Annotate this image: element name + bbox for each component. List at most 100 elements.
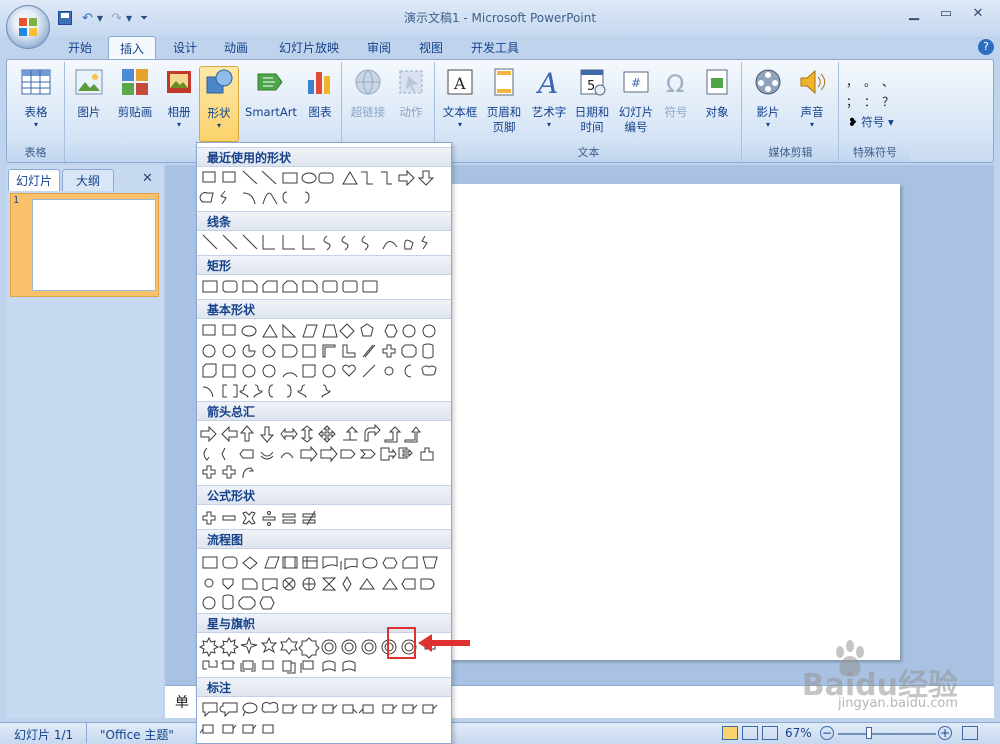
tab-animations[interactable]: 动画 (214, 36, 258, 60)
speaker-icon (800, 69, 826, 95)
photo-album-button[interactable]: 相册 ▾ (160, 66, 198, 130)
symbol-button[interactable]: Ω 符号 (658, 66, 694, 120)
smartart-button[interactable]: SmartArt (242, 66, 300, 120)
textbox-label: 文本框 (442, 105, 478, 119)
symbols-dropdown-button[interactable]: ❥ 符号 ▾ (848, 114, 894, 130)
picture-button[interactable]: 图片 (70, 66, 108, 120)
group-tables: 表格 ▾ 表格 (7, 62, 65, 162)
section-lines: 线条 (197, 211, 451, 231)
basic-shapes-grid[interactable] (197, 321, 451, 399)
fit-to-window-icon[interactable] (962, 726, 978, 740)
slide-count-status: 幻灯片 1/1 (14, 728, 74, 742)
movie-button[interactable]: 影片 ▾ (747, 66, 789, 130)
header-footer-icon (494, 68, 514, 96)
svg-text:A: A (535, 67, 558, 98)
symbol-pause[interactable]: 、 (882, 72, 900, 92)
smartart-label: SmartArt (245, 105, 297, 119)
wordart-label: 艺术字 (531, 105, 567, 119)
section-rectangles: 矩形 (197, 255, 451, 275)
save-icon[interactable] (58, 11, 72, 25)
undo-icon[interactable]: ↶ (82, 11, 93, 26)
tab-slideshow[interactable]: 幻灯片放映 (268, 36, 350, 60)
header-footer-label-1: 页眉和 (486, 105, 522, 119)
minimize-button[interactable]: ▁ (900, 4, 928, 24)
slide-number-label-2: 编号 (624, 120, 648, 134)
clipart-button[interactable]: 剪贴画 (112, 66, 158, 120)
help-icon[interactable]: ? (978, 39, 994, 55)
symbol-semicolon[interactable]: ； (846, 92, 864, 112)
zoom-in-icon[interactable]: + (938, 726, 952, 740)
watermark-url: jingyan.baidu.com (838, 696, 958, 711)
svg-text:Ω: Ω (666, 70, 684, 98)
date-time-button[interactable]: 5 日期和 时间 (570, 66, 614, 135)
symbol-colon[interactable]: ： (864, 92, 882, 112)
office-button[interactable] (6, 5, 50, 49)
tab-slides[interactable]: 幻灯片 (8, 169, 60, 191)
object-button[interactable]: 对象 (698, 66, 736, 120)
header-footer-button[interactable]: 页眉和 页脚 (482, 66, 526, 135)
slide-thumbnail[interactable] (32, 199, 156, 291)
hyperlink-label: 超链接 (350, 105, 386, 119)
svg-text:A: A (453, 74, 466, 93)
group-special-symbols: ，。、 ；：？ ❥ 符号 ▾ 特殊符号 (840, 62, 910, 162)
sound-label: 声音 (800, 105, 824, 119)
tab-outline[interactable]: 大纲 (62, 169, 114, 191)
textbox-button[interactable]: A 文本框 ▾ (440, 66, 480, 130)
section-basic-shapes: 基本形状 (197, 299, 451, 319)
slideshow-view-icon[interactable] (762, 726, 778, 740)
group-label-text: 文本 (436, 144, 741, 162)
section-flowchart: 流程图 (197, 529, 451, 549)
sound-button[interactable]: 声音 ▾ (791, 66, 833, 130)
action-button[interactable]: 动作 (391, 66, 431, 120)
undo-dropdown-icon[interactable]: ▼ (97, 14, 103, 23)
lines-grid[interactable] (197, 232, 451, 254)
block-arrows-grid[interactable] (197, 424, 451, 484)
rectangles-grid[interactable] (197, 277, 451, 297)
symbol-question[interactable]: ？ (882, 92, 900, 112)
close-pane-icon[interactable]: ✕ (142, 171, 153, 186)
zoom-level[interactable]: 67% (785, 726, 812, 740)
recent-shapes-grid[interactable] (197, 168, 451, 208)
redo-icon[interactable]: ↷ (111, 11, 122, 26)
symbol-period[interactable]: 。 (864, 72, 882, 92)
tab-home[interactable]: 开始 (60, 36, 100, 60)
group-text: A 文本框 ▾ 页眉和 页脚 A 艺术字 ▾ 5 日期和 时间 # 幻灯片 编号 Ω 符号… (436, 62, 742, 162)
action-label: 动作 (399, 105, 423, 119)
zoom-slider[interactable] (838, 733, 936, 735)
close-window-button[interactable]: ✕ (964, 4, 992, 24)
callouts-grid[interactable] (197, 699, 451, 743)
picture-label: 图片 (77, 105, 101, 119)
tab-review[interactable]: 审阅 (358, 36, 400, 60)
equation-shapes-grid[interactable] (197, 509, 451, 527)
tab-developer[interactable]: 开发工具 (462, 36, 528, 60)
symbols-dropdown-label: 符号 (861, 115, 885, 129)
slide-canvas[interactable] (450, 184, 900, 660)
symbol-comma[interactable]: ， (846, 72, 864, 92)
shapes-button[interactable]: 形状 ▾ (199, 66, 239, 142)
tab-insert[interactable]: 插入 (108, 36, 156, 60)
section-callouts: 标注 (197, 677, 451, 697)
slide-sorter-icon[interactable] (742, 726, 758, 740)
slides-pane: 幻灯片 大纲 ✕ 1 (6, 165, 163, 718)
flowchart-grid[interactable] (197, 553, 451, 613)
status-bar: 幻灯片 1/1 "Office 主题" 67% − + (0, 722, 1000, 744)
hyperlink-button[interactable]: 超链接 (347, 66, 389, 120)
svg-text:5: 5 (587, 79, 595, 94)
symbol-label: 符号 (664, 105, 688, 119)
redo-dropdown-icon[interactable]: ▼ (126, 14, 132, 23)
group-label-tables: 表格 (7, 144, 64, 162)
wordart-button[interactable]: A 艺术字 ▾ (528, 66, 570, 130)
table-icon (21, 69, 51, 95)
table-button[interactable]: 表格 ▾ (13, 66, 59, 130)
normal-view-icon[interactable] (722, 726, 738, 740)
customize-qat-icon[interactable]: ⏷ (140, 13, 148, 24)
chart-icon (308, 72, 330, 94)
chart-button[interactable]: 图表 (302, 66, 338, 120)
tab-design[interactable]: 设计 (164, 36, 206, 60)
zoom-out-icon[interactable]: − (820, 726, 834, 740)
object-icon (706, 69, 728, 95)
slide-number-button[interactable]: # 幻灯片 编号 (614, 66, 658, 135)
tab-view[interactable]: 视图 (410, 36, 452, 60)
maximize-button[interactable]: ▭ (932, 4, 960, 24)
zoom-slider-thumb[interactable] (866, 727, 872, 739)
